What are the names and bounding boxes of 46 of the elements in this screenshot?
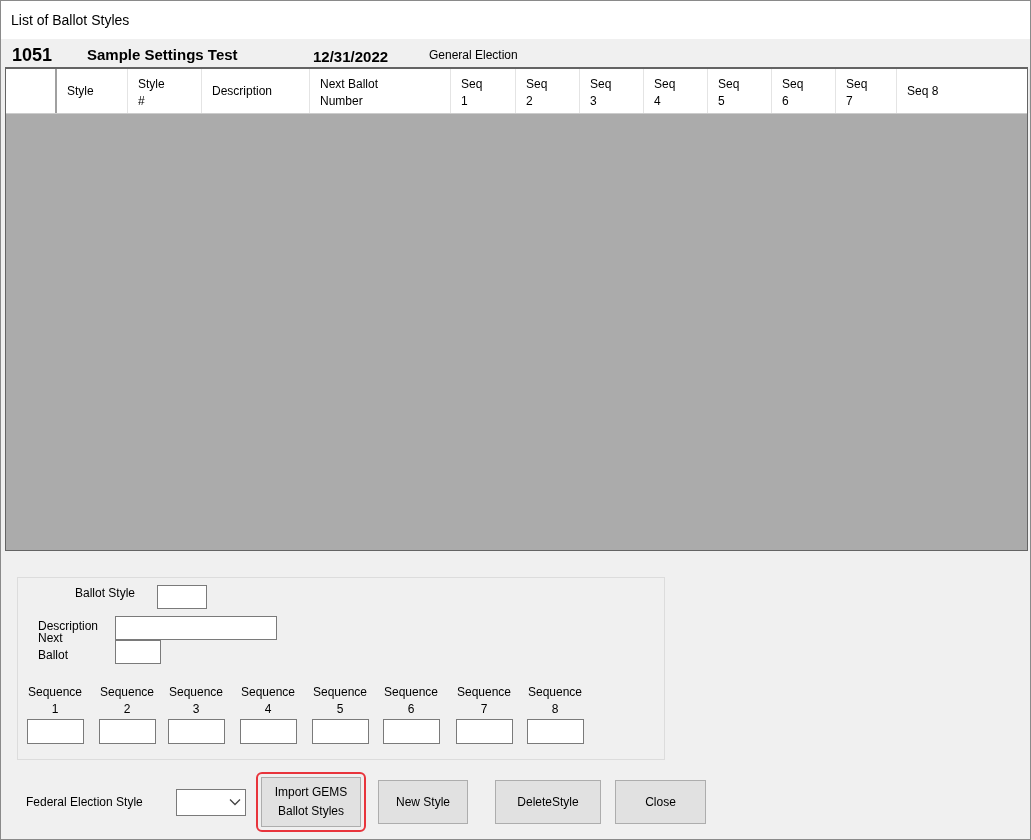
sequence-label: Sequence 7 (456, 684, 511, 718)
dropdown-field[interactable] (176, 788, 246, 816)
column-header[interactable]: Seq 7 (836, 69, 897, 113)
action-button[interactable]: Close (615, 780, 706, 824)
field-label: Description (37, 618, 100, 634)
column-header[interactable]: Seq 3 (580, 69, 644, 113)
action-button[interactable]: DeleteStyle (495, 780, 601, 824)
column-header[interactable]: Next Ballot Number (310, 69, 451, 113)
sequence-field[interactable] (167, 719, 225, 744)
sequence-label: Sequence 5 (312, 684, 367, 718)
column-header[interactable]: Style # (128, 69, 202, 113)
sequence-label: Sequence 2 (99, 684, 154, 718)
chevron-down-icon (229, 798, 241, 806)
sequence-label: Sequence 4 (240, 684, 295, 718)
window-title: List of Ballot Styles (11, 12, 130, 28)
sequence-field[interactable] (98, 719, 156, 744)
text-field[interactable] (115, 616, 277, 640)
column-header[interactable]: Description (202, 69, 310, 113)
sequence-field[interactable] (239, 719, 297, 744)
sequence-field[interactable] (26, 719, 84, 744)
column-header[interactable]: Seq 6 (772, 69, 836, 113)
sequence-label: Sequence 1 (27, 684, 82, 718)
election-name: Sample Settings Test (87, 45, 239, 65)
sequence-label: Sequence 6 (383, 684, 438, 718)
election-date: 12/31/2022 (313, 47, 390, 67)
sequence-label: Sequence 3 (168, 684, 223, 718)
column-header[interactable]: Seq 4 (644, 69, 708, 113)
action-button[interactable]: New Style (378, 780, 468, 824)
sequence-field[interactable] (382, 719, 440, 744)
text-field[interactable] (115, 640, 161, 664)
text-field[interactable] (157, 585, 207, 609)
sequence-label: Sequence 8 (527, 684, 582, 718)
column-header[interactable]: Seq 1 (451, 69, 516, 113)
column-header[interactable]: Style (57, 69, 128, 113)
sequence-field[interactable] (455, 719, 513, 744)
action-button[interactable]: Import GEMS Ballot Styles (261, 777, 361, 827)
field-label: Federal Election Style (26, 795, 144, 809)
column-header[interactable]: Seq 2 (516, 69, 580, 113)
election-number: 1051 (12, 45, 54, 65)
column-header[interactable]: Seq 8 (897, 69, 1030, 113)
sequence-field[interactable] (311, 719, 369, 744)
field-label: Next Ballot (37, 631, 69, 664)
column-header[interactable]: Seq 5 (708, 69, 772, 113)
sequence-field[interactable] (526, 719, 584, 744)
election-type: General Election (429, 47, 518, 64)
field-label: Ballot Style (74, 585, 137, 602)
